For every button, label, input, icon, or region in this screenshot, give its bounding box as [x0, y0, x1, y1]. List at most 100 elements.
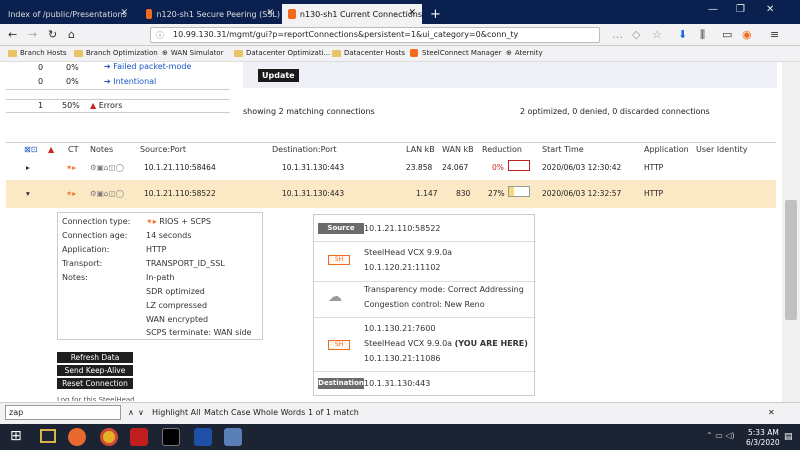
- tab-label: n120-sh1 Secure Peering (SSL): [156, 9, 280, 19]
- column-lan[interactable]: LAN kB: [406, 145, 435, 154]
- summary-count: 0: [38, 63, 44, 72]
- column-user-identity[interactable]: User Identity: [696, 145, 747, 154]
- find-result: 1 of 1 match: [308, 408, 359, 417]
- bookmark-wan-simulator[interactable]: ⊕ WAN Simulator: [162, 49, 223, 57]
- bookmark-label: Branch Hosts: [20, 49, 67, 57]
- filezilla-icon[interactable]: [130, 428, 148, 446]
- terminal-icon[interactable]: [162, 428, 180, 446]
- forward-icon[interactable]: →: [28, 28, 37, 41]
- system-tray-icon[interactable]: ⌃ ▭ ◁): [706, 431, 735, 440]
- summary-pct: 50%: [62, 101, 80, 110]
- more-icon[interactable]: …: [612, 28, 623, 41]
- clock-time[interactable]: 5:33 AM: [748, 428, 779, 437]
- summary-count: 0: [38, 77, 44, 86]
- bookmark-branch-hosts[interactable]: Branch Hosts: [8, 49, 67, 57]
- select-all-icon[interactable]: ⊠⊡: [24, 145, 37, 154]
- arrow-right-icon: ➔: [104, 77, 114, 86]
- taskbar: [0, 424, 800, 450]
- update-button[interactable]: Update: [258, 69, 299, 82]
- bookmark-datacenter-hosts[interactable]: Datacenter Hosts: [332, 49, 405, 57]
- bookmark-branch-optimization[interactable]: Branch Optimization: [74, 49, 158, 57]
- back-icon[interactable]: ←: [8, 28, 17, 41]
- close-icon[interactable]: ✕: [408, 8, 416, 18]
- close-window-icon[interactable]: ✕: [766, 4, 774, 15]
- expand-icon[interactable]: ▸: [26, 163, 30, 172]
- summary-pct: 0%: [66, 63, 79, 72]
- home-icon[interactable]: ⌂: [68, 28, 75, 41]
- summary-link-intentional[interactable]: ➔ Intentional: [104, 77, 156, 86]
- library-icon[interactable]: ⫼: [700, 28, 705, 42]
- detail-label: Transport:: [62, 259, 103, 268]
- column-application[interactable]: Application: [644, 145, 689, 154]
- notes-icons: ⚙▣⌂◫◯: [90, 163, 125, 172]
- find-input[interactable]: zap: [5, 405, 121, 420]
- new-tab-button[interactable]: +: [424, 4, 444, 24]
- column-wan[interactable]: WAN kB: [442, 145, 474, 154]
- collapse-icon[interactable]: ▾: [26, 189, 30, 198]
- tab-index[interactable]: Index of /public/Presentations ✕: [2, 4, 134, 24]
- bookmark-steelconnect-manager[interactable]: SteelConnect Manager: [410, 49, 502, 57]
- url-text: 10.99.130.31/mgmt/gui?p=reportConnection…: [173, 30, 519, 39]
- detail-label: Connection type:: [62, 217, 131, 226]
- chrome-icon[interactable]: [100, 428, 118, 446]
- remote-desktop-icon[interactable]: [224, 428, 242, 446]
- reduction-fill: [509, 187, 515, 196]
- windows-start-icon[interactable]: ⊞: [10, 428, 22, 444]
- file-explorer-icon[interactable]: [40, 429, 56, 443]
- putty-icon[interactable]: [194, 428, 212, 446]
- extension-icon[interactable]: ◉: [742, 28, 752, 41]
- detail-label: Application:: [62, 245, 110, 254]
- connection-type: RIOS + SCPS: [159, 217, 211, 226]
- bookmark-datacenter-optimization[interactable]: Datacenter Optimizati...: [234, 49, 330, 57]
- send-keep-alive-button[interactable]: Send Keep-Alive: [57, 365, 133, 376]
- bookmark-star-icon[interactable]: ☆: [652, 28, 662, 41]
- close-icon[interactable]: ✕: [266, 8, 274, 18]
- column-reduction[interactable]: Reduction: [482, 145, 522, 154]
- close-icon[interactable]: ✕: [120, 8, 128, 18]
- riverbed-favicon-icon: [288, 9, 296, 19]
- connection-totals: 2 optimized, 0 denied, 0 discarded conne…: [520, 107, 710, 116]
- column-destination[interactable]: Destination:Port: [272, 145, 336, 154]
- start-time: 2020/06/03 12:30:42: [542, 163, 622, 172]
- tab-current-connections[interactable]: n130-sh1 Current Connections ✕: [282, 4, 422, 24]
- pocket-icon[interactable]: ◇: [632, 28, 640, 41]
- refresh-data-button[interactable]: Refresh Data: [57, 352, 133, 363]
- firefox-icon[interactable]: [68, 428, 86, 446]
- table-row-selected[interactable]: ▾ ✶▸ ⚙▣⌂◫◯ 10.1.21.110:58522 10.1.31.130…: [6, 180, 776, 208]
- info-icon[interactable]: ⓘ: [156, 30, 164, 41]
- find-previous-icon[interactable]: ∧: [128, 408, 134, 417]
- whole-words-toggle[interactable]: Whole Words: [253, 408, 305, 417]
- table-row[interactable]: ▸ ✶▸ ⚙▣⌂◫◯ 10.1.21.110:58464 10.1.31.130…: [6, 154, 776, 180]
- scrollbar-thumb[interactable]: [785, 200, 797, 320]
- destination-port: 10.1.31.130:443: [282, 163, 345, 172]
- summary-link-failed[interactable]: ➔ Failed packet-mode: [104, 62, 191, 71]
- match-case-toggle[interactable]: Match Case: [204, 408, 251, 417]
- bookmark-label: Datacenter Optimizati...: [246, 49, 331, 57]
- reload-icon[interactable]: ↻: [48, 28, 57, 41]
- url-bar[interactable]: ⓘ 10.99.130.31/mgmt/gui?p=reportConnecti…: [150, 27, 600, 43]
- bookmark-aternity[interactable]: ⊕ Aternity: [506, 49, 543, 57]
- tab-secure-peering[interactable]: n120-sh1 Secure Peering (SSL) ✕: [140, 4, 280, 24]
- clock-date[interactable]: 6/3/2020: [746, 438, 780, 447]
- sidebar-icon[interactable]: ▭: [722, 28, 732, 41]
- close-find-icon[interactable]: ✕: [768, 408, 775, 417]
- restore-icon[interactable]: ❐: [736, 4, 745, 15]
- arrow-right-icon: ➔: [104, 62, 114, 71]
- find-next-icon[interactable]: ∨: [138, 408, 144, 417]
- download-icon[interactable]: ⬇: [678, 28, 687, 41]
- reduction-pct: 0%: [492, 163, 504, 172]
- notification-icon[interactable]: ▤: [784, 432, 793, 442]
- column-notes[interactable]: Notes: [90, 145, 113, 154]
- you-are-here-label: (YOU ARE HERE): [454, 339, 528, 348]
- column-source[interactable]: Source:Port: [140, 145, 186, 154]
- menu-icon[interactable]: ≡: [770, 28, 779, 41]
- summary-link-errors[interactable]: ▲ Errors: [90, 101, 122, 110]
- reset-connection-button[interactable]: Reset Connection: [57, 378, 133, 389]
- minimize-icon[interactable]: —: [708, 4, 718, 15]
- column-ct[interactable]: CT: [68, 145, 78, 154]
- column-start-time[interactable]: Start Time: [542, 145, 584, 154]
- folder-icon: [234, 49, 243, 57]
- highlight-all-toggle[interactable]: Highlight All: [152, 408, 201, 417]
- warning-icon: ▲: [48, 145, 55, 154]
- log-link[interactable]: Log for this SteelHead: [57, 396, 135, 401]
